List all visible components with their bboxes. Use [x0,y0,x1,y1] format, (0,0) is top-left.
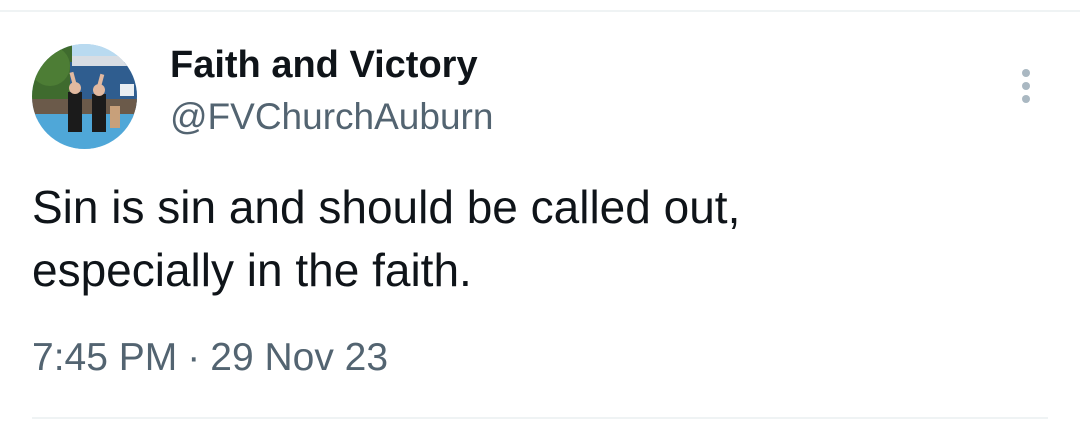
top-divider [0,10,1080,12]
tweet-date: 29 Nov 23 [210,336,389,379]
more-options-button[interactable] [1004,62,1048,110]
vertical-ellipsis-icon [1022,69,1030,103]
user-handle[interactable]: @FVChurchAuburn [170,96,493,138]
avatar-photo [32,44,137,149]
tweet-timestamp[interactable]: 7:45 PM · 29 Nov 23 [32,336,388,380]
tweet-card: Faith and Victory @FVChurchAuburn Sin is… [0,0,1080,426]
bottom-divider [32,417,1048,419]
display-name[interactable]: Faith and Victory [170,44,478,87]
avatar[interactable] [32,44,137,149]
tweet-time: 7:45 PM [32,336,178,379]
tweet-text: Sin is sin and should be called out, esp… [32,181,741,296]
meta-separator: · [187,336,201,379]
